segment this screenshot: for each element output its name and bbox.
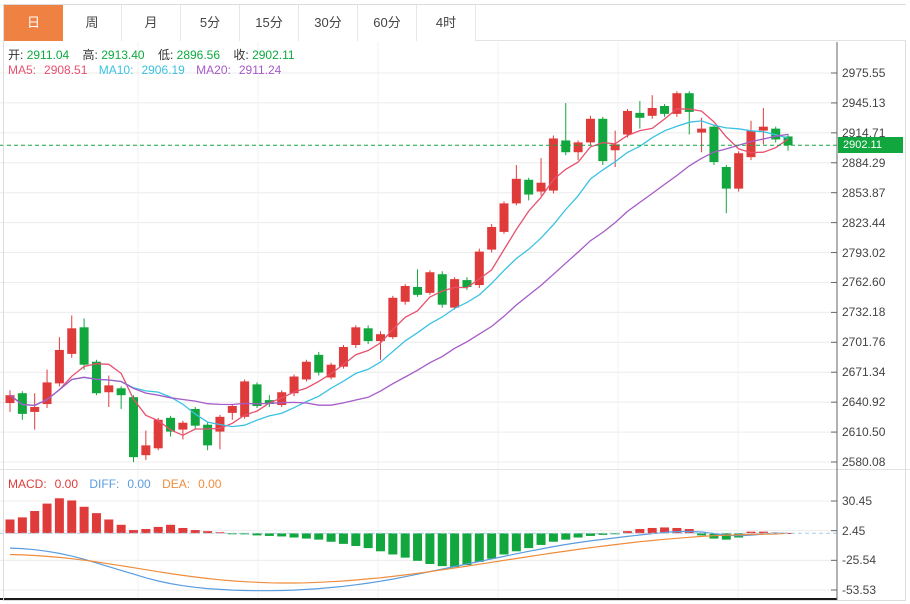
price-axis-label: 2610.50: [842, 425, 906, 439]
open-value: 2911.04: [27, 48, 70, 62]
close-label: 收:: [233, 48, 248, 62]
timeframe-tabbar: 日 周 月 5分 15分 30分 60分 4时: [4, 5, 906, 41]
high-value: 2913.40: [101, 48, 144, 62]
tab-week[interactable]: 周: [63, 5, 122, 41]
price-axis-label: 2640.92: [842, 395, 906, 409]
price-axis-label: 2884.29: [842, 156, 906, 170]
macd-axis-label: 30.45: [842, 494, 906, 508]
macd-value: 0.00: [55, 477, 78, 491]
tab-4hour[interactable]: 4时: [417, 5, 476, 41]
macd-axis-label: 2.45: [842, 524, 906, 538]
price-axis-label: 2580.08: [842, 455, 906, 469]
ma5-label: MA5:: [8, 63, 36, 77]
macd-label: MACD:: [8, 477, 47, 491]
ma10-label: MA10:: [99, 63, 134, 77]
candlestick-canvas[interactable]: [0, 0, 910, 604]
price-axis-label: 2701.76: [842, 335, 906, 349]
chart-window: 日 周 月 5分 15分 30分 60分 4时 开: 2911.04 高: 29…: [0, 0, 910, 604]
price-axis-label: 2793.02: [842, 246, 906, 260]
low-value: 2896.56: [177, 48, 220, 62]
tab-day[interactable]: 日: [4, 5, 63, 41]
open-label: 开:: [8, 48, 23, 62]
ma-readout: MA5: 2908.51 MA10: 2906.19 MA20: 2911.24: [8, 63, 289, 77]
tab-60min[interactable]: 60分: [358, 5, 417, 41]
ma20-value: 2911.24: [239, 63, 282, 77]
close-value: 2902.11: [252, 48, 295, 62]
tab-30min[interactable]: 30分: [299, 5, 358, 41]
price-axis-label: 2732.18: [842, 305, 906, 319]
price-axis-label: 2975.55: [842, 66, 906, 80]
dea-value: 0.00: [198, 477, 221, 491]
price-axis-label: 2762.60: [842, 275, 906, 289]
tab-month[interactable]: 月: [122, 5, 181, 41]
ma10-value: 2906.19: [141, 63, 184, 77]
low-label: 低:: [158, 48, 173, 62]
diff-label: DIFF:: [89, 477, 119, 491]
current-price-badge: 2902.11: [838, 137, 903, 153]
macd-readout: MACD: 0.00 DIFF: 0.00 DEA: 0.00: [8, 477, 229, 491]
price-axis-label: 2945.13: [842, 96, 906, 110]
high-label: 高:: [83, 48, 98, 62]
tab-15min[interactable]: 15分: [240, 5, 299, 41]
diff-value: 0.00: [127, 477, 150, 491]
ma20-label: MA20:: [196, 63, 231, 77]
price-axis-label: 2671.34: [842, 365, 906, 379]
tab-5min[interactable]: 5分: [181, 5, 240, 41]
price-axis-label: 2823.44: [842, 216, 906, 230]
dea-label: DEA:: [162, 477, 190, 491]
macd-axis-label: -25.54: [842, 553, 906, 567]
macd-axis-label: -53.53: [842, 583, 906, 597]
ohlc-readout: 开: 2911.04 高: 2913.40 低: 2896.56 收: 2902…: [8, 46, 305, 63]
price-axis-label: 2853.87: [842, 186, 906, 200]
ma5-value: 2908.51: [44, 63, 87, 77]
